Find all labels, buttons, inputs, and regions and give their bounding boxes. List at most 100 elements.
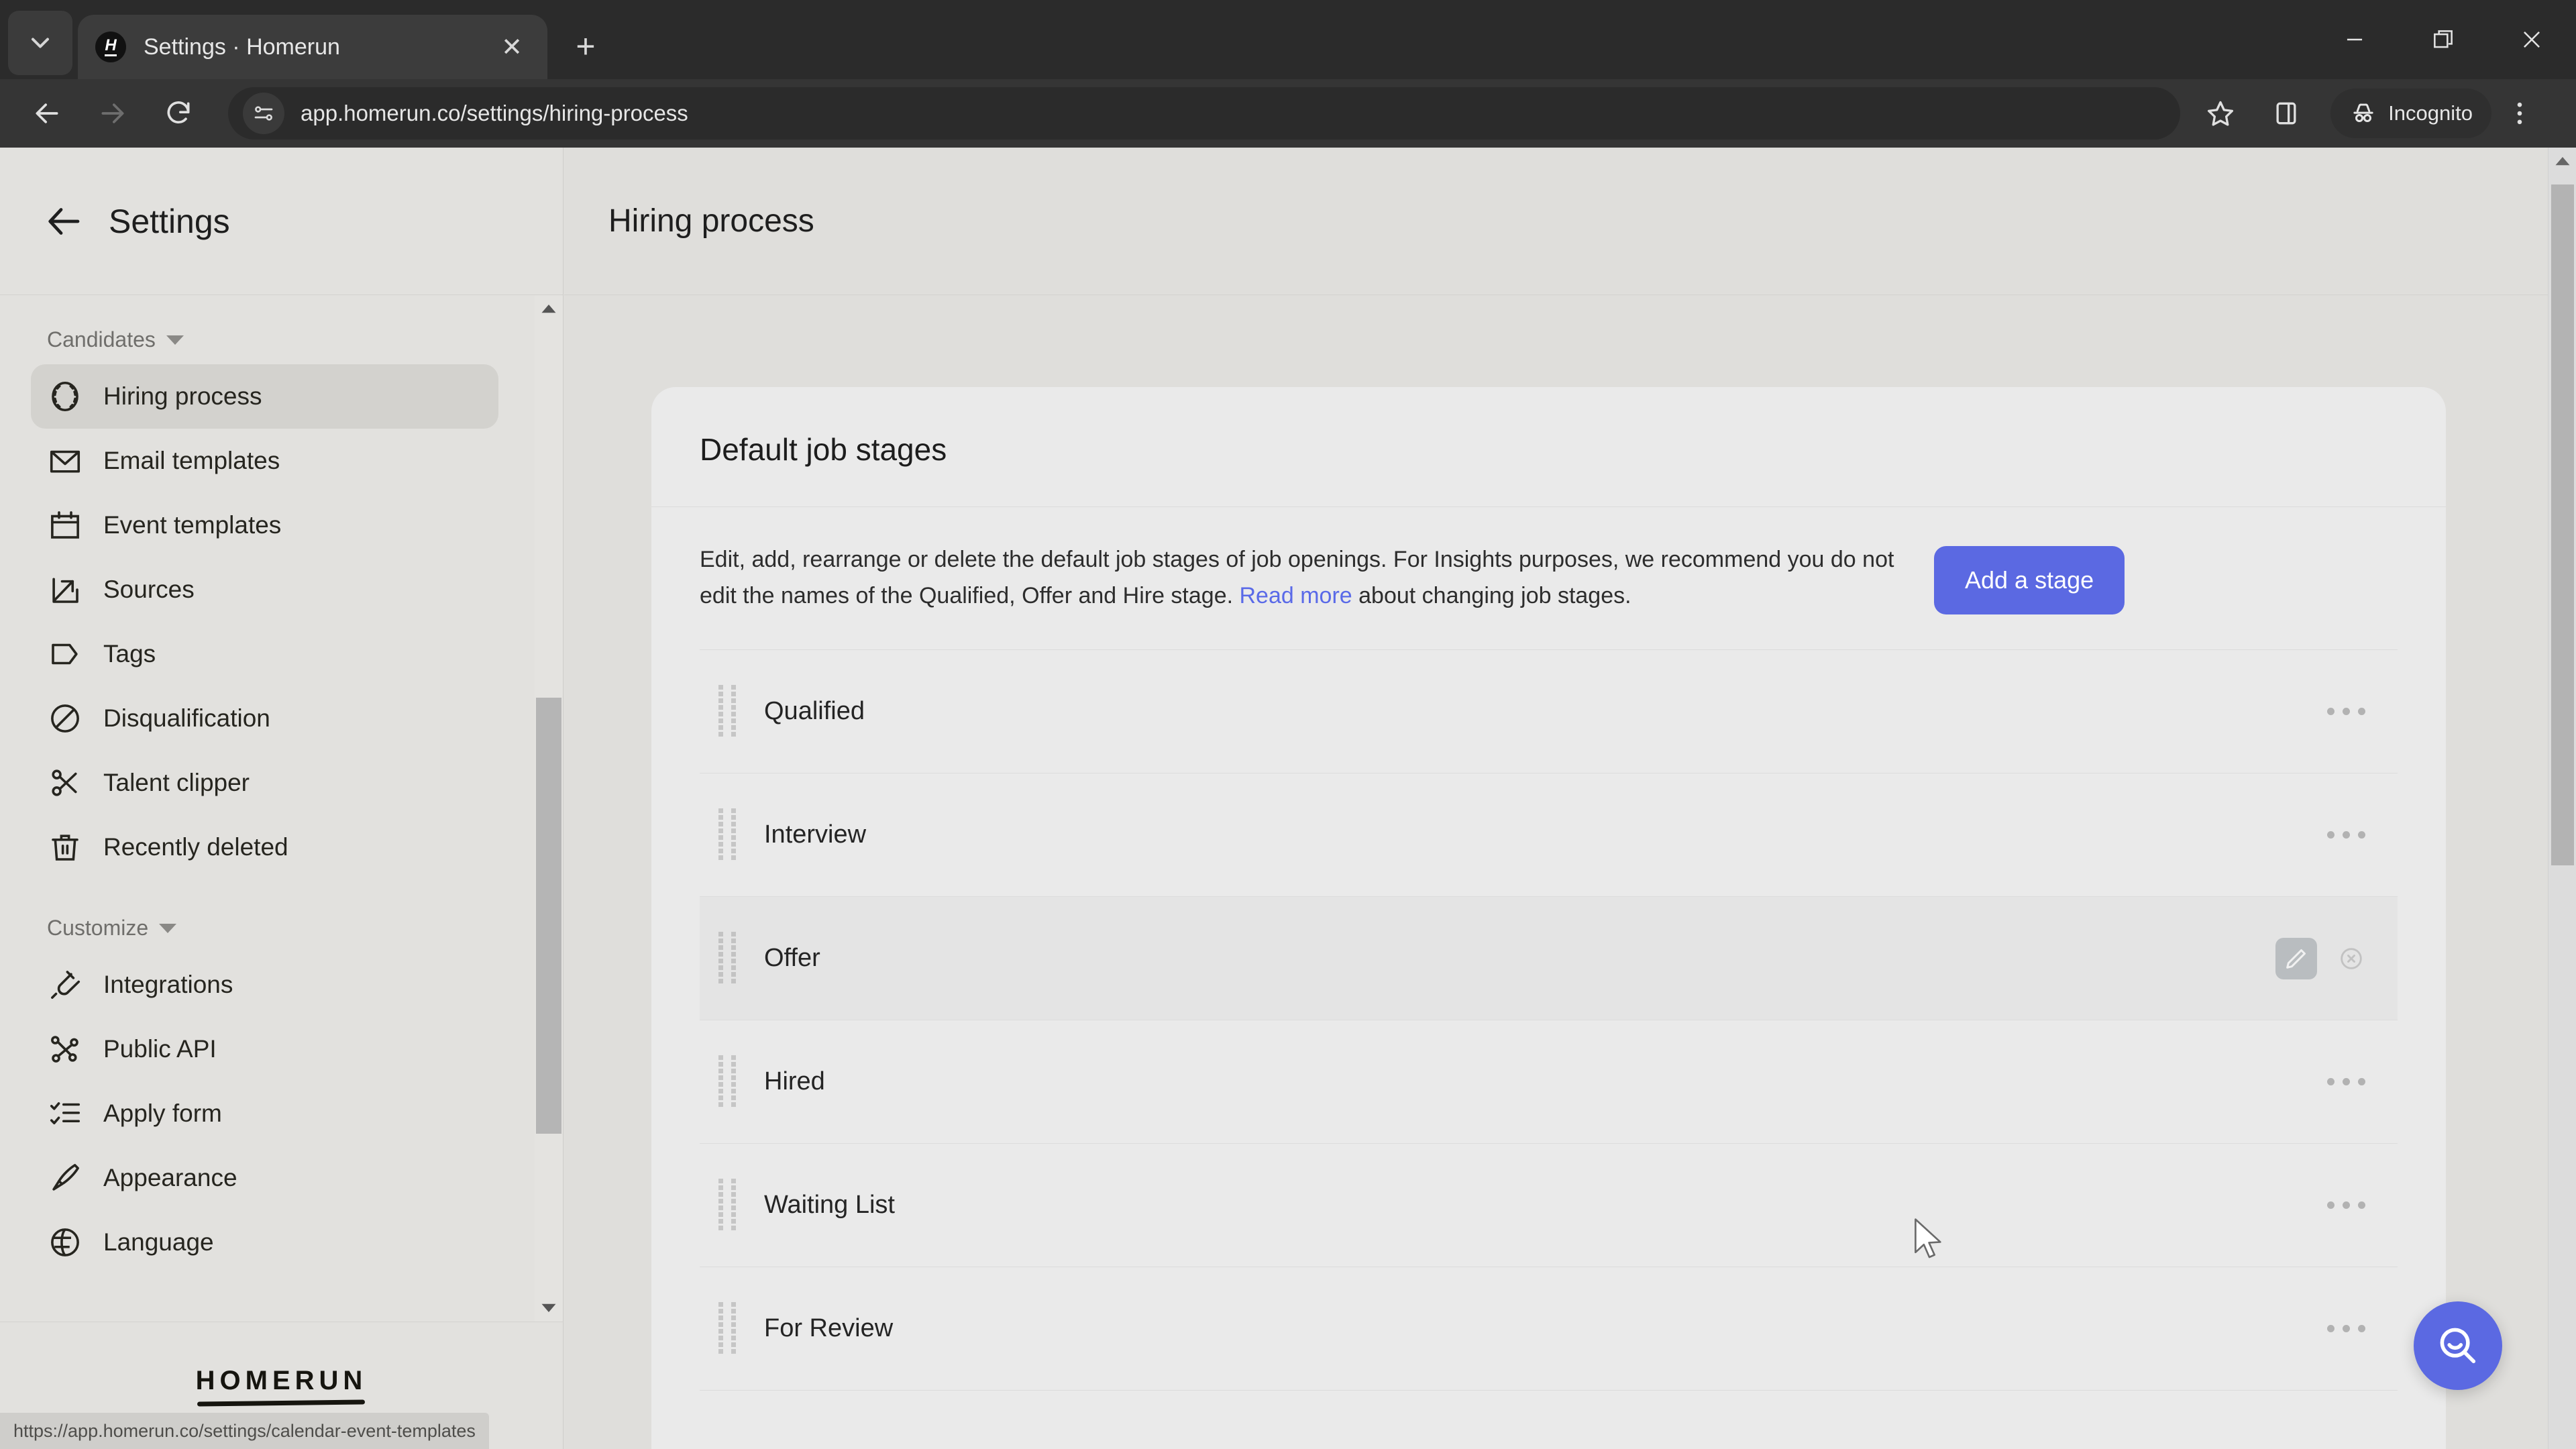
sidebar-item-label: Event templates	[103, 511, 282, 539]
share-arrow-icon	[52, 578, 78, 603]
new-tab-button[interactable]: +	[559, 20, 612, 72]
sidebar-item-talent-clipper[interactable]: Talent clipper	[31, 751, 498, 815]
address-bar[interactable]: app.homerun.co/settings/hiring-process	[228, 87, 2181, 140]
reload-button[interactable]	[150, 85, 207, 142]
sidebar-item-label: Apply form	[103, 1099, 222, 1127]
page-scrollbar[interactable]	[2548, 148, 2576, 1449]
sidebar-item-integrations[interactable]: Integrations	[31, 953, 498, 1017]
card-title: Default job stages	[700, 432, 947, 467]
row-actions	[2320, 1188, 2372, 1222]
drag-handle-icon[interactable]	[718, 685, 739, 738]
search-fab-button[interactable]	[2414, 1301, 2502, 1390]
no-entry-icon	[51, 704, 79, 733]
nodes-icon	[51, 1036, 78, 1063]
forward-button[interactable]	[85, 85, 141, 142]
sidebar-item-language[interactable]: Language	[31, 1210, 498, 1275]
side-panel-icon	[2276, 102, 2296, 125]
drag-handle-icon[interactable]	[718, 1302, 739, 1355]
edit-stage-button[interactable]	[2275, 937, 2317, 979]
three-dot-menu-icon[interactable]	[2320, 1065, 2372, 1099]
paintbrush-icon	[52, 1164, 79, 1191]
sidebar-item-disqualification[interactable]: Disqualification	[31, 686, 498, 751]
sidebar-item-sources[interactable]: Sources	[31, 557, 498, 622]
sidebar-item-label: Language	[103, 1228, 214, 1256]
incognito-profile-button[interactable]: Incognito	[2330, 89, 2491, 138]
sidebar-item-recently-deleted[interactable]: Recently deleted	[31, 815, 498, 879]
page-scrollbar-thumb[interactable]	[2551, 184, 2574, 865]
status-bar-url: https://app.homerun.co/settings/calendar…	[0, 1413, 489, 1449]
sidebar-item-event-templates[interactable]: Event templates	[31, 493, 498, 557]
tab-strip: H Settings · Homerun ✕ +	[0, 0, 2576, 79]
sidebar-item-label: Sources	[103, 576, 195, 603]
table-row[interactable]: Interview	[700, 773, 2398, 897]
sidebar-item-hiring-process[interactable]: Hiring process	[31, 364, 498, 429]
three-dot-menu-icon[interactable]	[2320, 818, 2372, 852]
side-panel-button[interactable]	[2258, 85, 2314, 142]
three-dot-menu-icon[interactable]	[2320, 1311, 2372, 1346]
nav-group-candidates[interactable]: Candidates	[0, 315, 563, 364]
page-title: Settings	[109, 202, 230, 240]
page-scroll-up-button[interactable]	[2548, 148, 2576, 176]
scissors-icon	[52, 769, 77, 796]
browser-toolbar: app.homerun.co/settings/hiring-process I…	[0, 79, 2576, 148]
sidebar-item-email-templates[interactable]: Email templates	[31, 429, 498, 493]
main-header: Hiring process	[564, 148, 2548, 295]
table-row[interactable]: For Review	[700, 1267, 2398, 1391]
table-row[interactable]: Qualified	[700, 650, 2398, 773]
stage-name: Interview	[764, 820, 867, 849]
chevron-down-icon	[166, 335, 184, 345]
bookmark-button[interactable]	[2192, 85, 2249, 142]
row-actions	[2320, 818, 2372, 852]
chevron-down-icon	[31, 38, 50, 48]
read-more-link[interactable]: Read more	[1240, 583, 1352, 608]
tab-search-button[interactable]	[8, 11, 72, 75]
drag-handle-icon[interactable]	[718, 808, 739, 861]
checklist-icon	[50, 1102, 80, 1124]
three-dot-menu-icon[interactable]	[2320, 1188, 2372, 1222]
close-icon	[2524, 32, 2540, 48]
homerun-logo-text: HOMERUN	[195, 1366, 368, 1395]
sidebar-scrollbar-thumb[interactable]	[536, 698, 561, 1134]
sidebar-item-tags[interactable]: Tags	[31, 622, 498, 686]
card-description: Edit, add, rearrange or delete the defau…	[700, 542, 1907, 614]
incognito-label: Incognito	[2388, 101, 2473, 125]
drag-handle-icon[interactable]	[718, 1055, 739, 1108]
tab-close-icon[interactable]: ✕	[494, 29, 530, 65]
minimize-icon	[2347, 38, 2363, 41]
sidebar-scroll-up-button[interactable]	[535, 295, 563, 323]
back-button[interactable]	[19, 85, 75, 142]
site-info-button[interactable]	[243, 93, 284, 134]
nav-group-customize[interactable]: Customize	[0, 904, 563, 953]
chevron-down-icon	[159, 923, 177, 933]
add-a-stage-button[interactable]: Add a stage	[1934, 546, 2125, 614]
table-row[interactable]: Waiting List	[700, 1144, 2398, 1267]
page-viewport: Settings Candidates Hiring process Email…	[0, 148, 2576, 1449]
browser-menu-button[interactable]	[2491, 85, 2548, 142]
star-icon	[2208, 101, 2234, 126]
minimize-button[interactable]	[2310, 0, 2399, 79]
sidebar-item-label: Public API	[103, 1035, 217, 1063]
sidebar-scroll-down-button[interactable]	[535, 1293, 563, 1322]
stage-name: For Review	[764, 1314, 894, 1342]
homerun-logo: HOMERUN	[195, 1366, 368, 1407]
incognito-hat-icon	[2353, 103, 2373, 123]
arrow-left-icon[interactable]	[44, 201, 85, 241]
close-window-button[interactable]	[2487, 0, 2576, 79]
maximize-button[interactable]	[2399, 0, 2487, 79]
card-header: Default job stages	[651, 387, 2446, 507]
table-row[interactable]: Hired	[700, 1020, 2398, 1144]
sidebar-item-apply-form[interactable]: Apply form	[31, 1081, 498, 1146]
sidebar-item-public-api[interactable]: Public API	[31, 1017, 498, 1081]
delete-stage-button[interactable]	[2330, 938, 2372, 979]
sidebar-item-label: Recently deleted	[103, 833, 288, 861]
sidebar-item-appearance[interactable]: Appearance	[31, 1146, 498, 1210]
browser-tab[interactable]: H Settings · Homerun ✕	[78, 15, 547, 79]
sidebar-scrollbar[interactable]	[535, 295, 563, 1322]
three-dot-menu-icon[interactable]	[2320, 694, 2372, 729]
drag-handle-icon[interactable]	[718, 1179, 739, 1232]
stage-name: Waiting List	[764, 1191, 895, 1219]
trash-icon	[52, 835, 78, 861]
drag-handle-icon[interactable]	[718, 932, 739, 985]
baseball-icon	[52, 381, 78, 412]
table-row[interactable]: Offer	[700, 897, 2398, 1020]
